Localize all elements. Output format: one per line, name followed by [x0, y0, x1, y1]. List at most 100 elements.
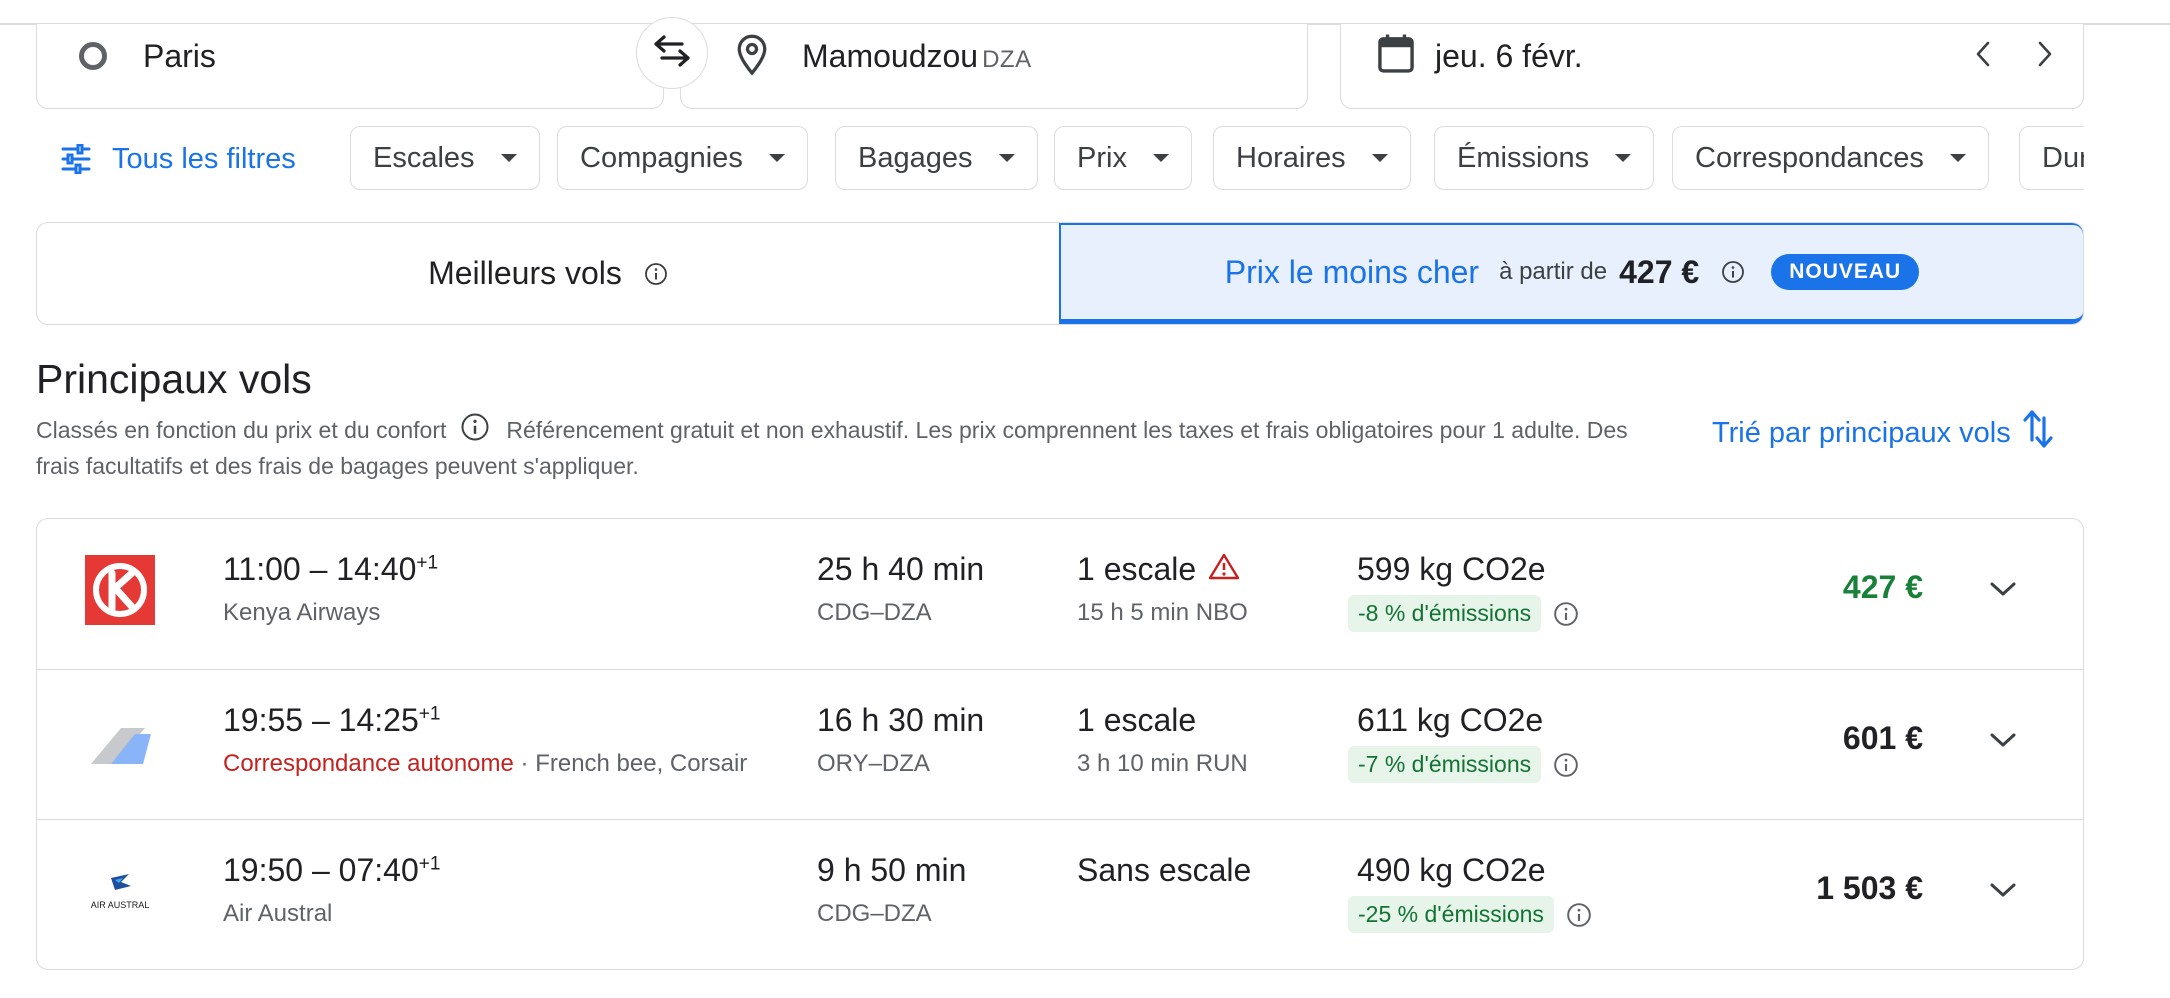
departure-date-value: jeu. 6 févr. — [1435, 38, 1583, 74]
airline-name: Air Austral — [223, 900, 333, 927]
flight-row[interactable]: 11:00 – 14:40+1 Kenya Airways 25 h 40 mi… — [37, 519, 2083, 669]
co2-amount: 599 kg CO2e — [1357, 551, 1546, 587]
dropdown-arrow-icon — [1615, 154, 1632, 162]
flight-stops: 1 escale — [1077, 551, 1240, 588]
expand-button[interactable] — [1979, 868, 2027, 916]
origin-field[interactable]: Paris — [36, 24, 664, 109]
chevron-down-icon — [1988, 730, 2018, 755]
sort-arrows-icon — [2011, 408, 2055, 458]
info-icon[interactable] — [1553, 601, 1579, 627]
filter-chip-price[interactable]: Prix — [1054, 126, 1192, 190]
chevron-left-icon — [1973, 40, 1993, 73]
destination-field[interactable]: Mamoudzou DZA — [680, 24, 1308, 109]
emissions-badge: -7 % d'émissions — [1348, 746, 1542, 783]
filter-chip-connections[interactable]: Correspondances — [1672, 126, 1989, 190]
co2-amount: 490 kg CO2e — [1357, 852, 1546, 888]
chip-label: Correspondances — [1695, 141, 1924, 174]
chip-label: Émissions — [1457, 141, 1590, 174]
filter-chip-bags[interactable]: Bagages — [835, 126, 1038, 190]
air-austral-logo: AIR AUSTRAL — [85, 856, 155, 926]
tab-cheapest-label: Prix le moins cher — [1224, 253, 1480, 290]
airline-name: French bee, Corsair — [535, 750, 748, 777]
tab-cheapest-price[interactable]: Prix le moins cher à partir de 427 € NOU… — [1059, 223, 2083, 324]
destination-code: DZA — [982, 46, 1032, 73]
warning-icon — [1196, 551, 1240, 588]
dropdown-arrow-icon — [500, 154, 517, 162]
info-icon[interactable] — [1721, 260, 1745, 284]
info-icon[interactable] — [460, 412, 490, 442]
info-icon[interactable] — [1566, 902, 1592, 928]
section-title: Principaux vols — [36, 356, 312, 402]
flight-price: 601 € — [1842, 720, 1923, 756]
multi-airline-logo — [85, 706, 155, 776]
chip-label: Durée — [2042, 141, 2084, 174]
flight-times: 19:55 – 14:25+1 — [223, 702, 441, 738]
expand-button[interactable] — [1979, 718, 2027, 766]
chevron-right-icon — [2035, 40, 2055, 73]
flight-price: 1 503 € — [1816, 870, 1923, 906]
info-icon[interactable] — [644, 262, 668, 286]
info-icon[interactable] — [1553, 752, 1579, 778]
dropdown-arrow-icon — [768, 154, 785, 162]
flight-duration: 16 h 30 min — [817, 702, 985, 738]
tab-best-flights[interactable]: Meilleurs vols — [37, 223, 1059, 324]
flight-route: CDG–DZA — [817, 599, 932, 626]
co2-amount: 611 kg CO2e — [1357, 702, 1544, 738]
self-transfer-warning: Correspondance autonome — [223, 750, 514, 777]
departure-date-field[interactable]: jeu. 6 févr. — [1340, 24, 2084, 109]
emissions-badge: -8 % d'émissions — [1348, 595, 1542, 632]
filter-chip-times[interactable]: Horaires — [1213, 126, 1411, 190]
sort-button[interactable]: Trié par principaux vols — [1712, 408, 2055, 458]
chip-label: Escales — [373, 141, 475, 174]
origin-circle-icon — [79, 42, 107, 70]
filter-chip-stops[interactable]: Escales — [350, 126, 540, 190]
swap-button[interactable] — [636, 17, 708, 89]
expand-button[interactable] — [1979, 567, 2027, 615]
chip-label: Prix — [1077, 141, 1127, 174]
flight-route: CDG–DZA — [817, 900, 932, 927]
chevron-down-icon — [1988, 579, 2018, 604]
emissions-info: -7 % d'émissions — [1348, 746, 1579, 783]
flight-results-list: 11:00 – 14:40+1 Kenya Airways 25 h 40 mi… — [36, 518, 2084, 970]
filter-chip-airlines[interactable]: Compagnies — [557, 126, 808, 190]
origin-value: Paris — [143, 38, 216, 74]
destination-value: Mamoudzou DZA — [802, 38, 1032, 74]
calendar-icon — [1375, 32, 1417, 81]
flight-row[interactable]: 19:55 – 14:25+1 Correspondance autonome … — [37, 669, 2083, 820]
sort-label: Trié par principaux vols — [1712, 416, 2011, 449]
flight-duration: 25 h 40 min — [817, 551, 985, 587]
dropdown-arrow-icon — [1949, 154, 1966, 162]
next-date-button[interactable] — [2023, 34, 2067, 78]
swap-arrows-icon — [652, 33, 692, 74]
day-offset: +1 — [418, 853, 441, 875]
chip-label: Horaires — [1236, 141, 1346, 174]
flight-stops: Sans escale — [1077, 852, 1252, 888]
flight-route: ORY–DZA — [817, 750, 930, 777]
tab-best-label: Meilleurs vols — [428, 255, 622, 291]
flight-stops: 1 escale — [1077, 702, 1197, 738]
chip-label: Bagages — [858, 141, 973, 174]
emissions-badge: -25 % d'émissions — [1348, 896, 1554, 933]
dropdown-arrow-icon — [1371, 154, 1388, 162]
all-filters-button[interactable]: Tous les filtres — [60, 126, 296, 192]
flight-row[interactable]: AIR AUSTRAL 19:50 – 07:40+1 Air Austral … — [37, 819, 2083, 969]
layover-info: 15 h 5 min NBO — [1077, 599, 1248, 626]
airline-name: Kenya Airways — [223, 599, 381, 626]
sort-tabs: Meilleurs vols Prix le moins cher à part… — [36, 222, 2084, 325]
flight-price: 427 € — [1842, 569, 1923, 605]
logo-text: AIR AUSTRAL — [91, 900, 150, 910]
dropdown-arrow-icon — [998, 154, 1015, 162]
chip-label: Compagnies — [580, 141, 743, 174]
emissions-info: -25 % d'émissions — [1348, 896, 1592, 933]
flight-duration: 9 h 50 min — [817, 852, 967, 888]
filter-bar: Tous les filtres Escales Compagnies Baga… — [60, 126, 2084, 192]
from-label: à partir de — [1499, 258, 1608, 285]
from-price: 427 € — [1619, 253, 1700, 290]
previous-date-button[interactable] — [1961, 34, 2005, 78]
flight-times: 11:00 – 14:40+1 — [223, 551, 439, 587]
layover-info: 3 h 10 min RUN — [1077, 750, 1248, 777]
filter-chip-duration[interactable]: Durée — [2019, 126, 2084, 190]
location-pin-icon — [734, 34, 770, 81]
filter-chip-emissions[interactable]: Émissions — [1434, 126, 1655, 190]
flight-times: 19:50 – 07:40+1 — [223, 852, 441, 888]
